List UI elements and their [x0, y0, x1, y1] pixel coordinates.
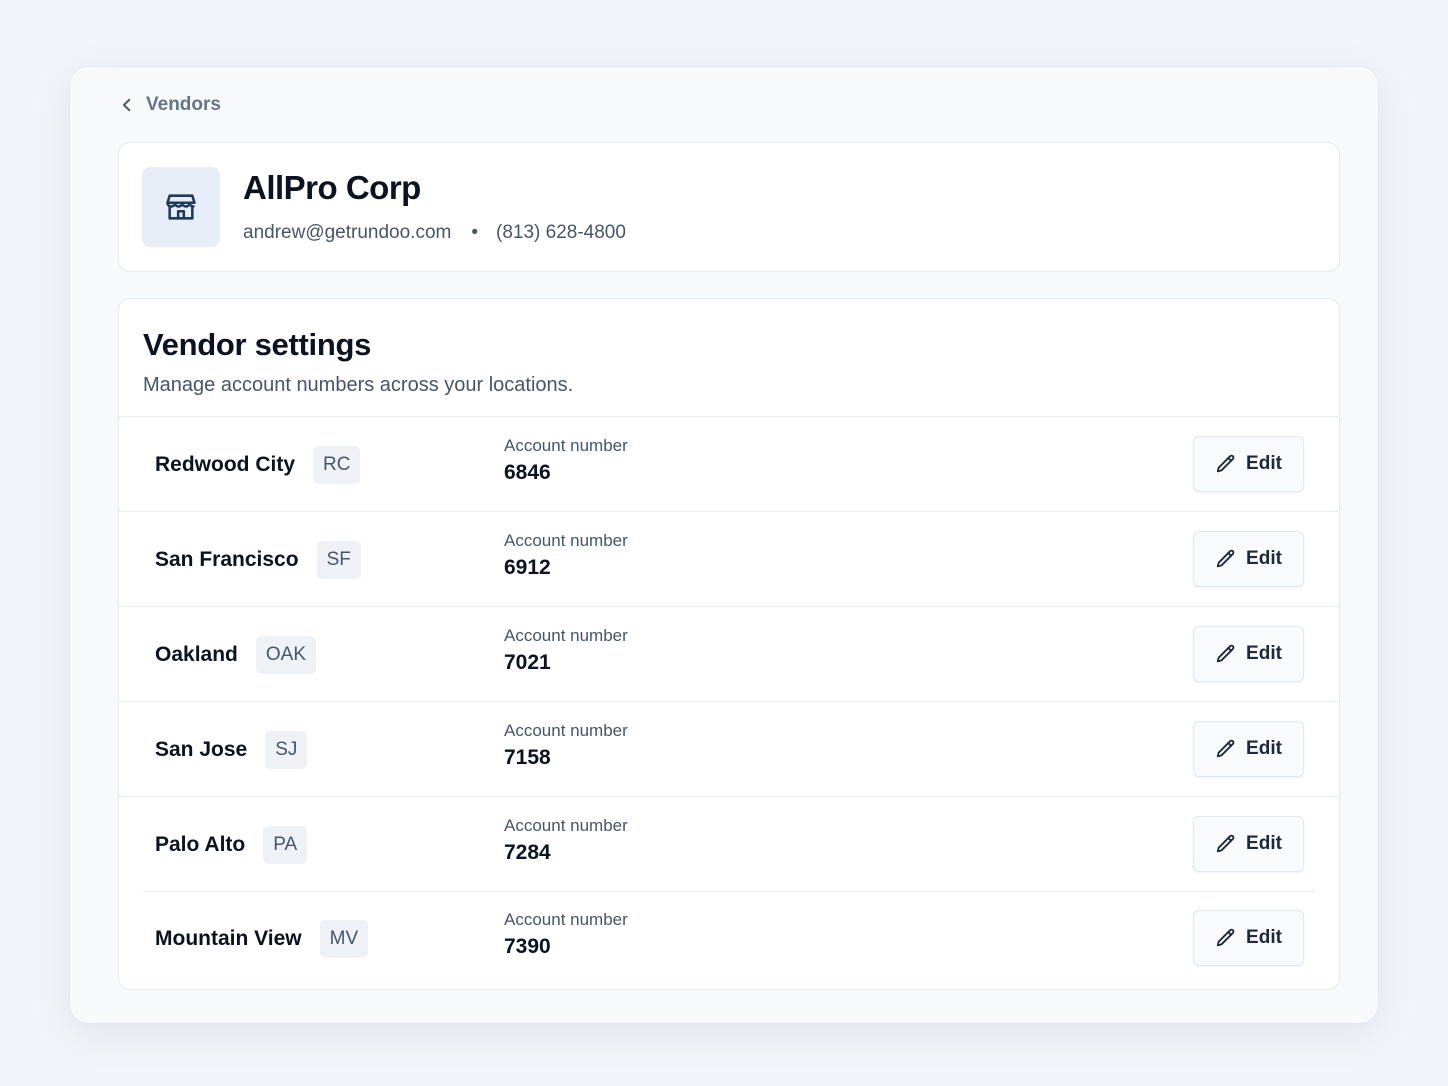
vendor-avatar [142, 167, 220, 247]
vendor-settings-card: Vendor settings Manage account numbers a… [118, 298, 1340, 990]
account-number-value: 7284 [504, 841, 551, 864]
account-number-value: 6912 [504, 556, 551, 579]
account-info: Account number 6912 [504, 531, 628, 580]
account-number-label: Account number [504, 626, 628, 645]
pencil-icon [1216, 928, 1235, 947]
account-number-value: 7021 [504, 651, 551, 674]
account-number-label: Account number [504, 531, 628, 550]
edit-button[interactable]: Edit [1193, 910, 1304, 966]
pencil-icon [1216, 454, 1235, 473]
account-number-label: Account number [504, 910, 628, 929]
chevron-left-icon [123, 98, 131, 112]
location-info: Palo Alto PA [155, 797, 308, 892]
edit-button[interactable]: Edit [1193, 436, 1304, 492]
location-code-badge: SF [316, 540, 361, 579]
pencil-icon [1216, 549, 1235, 568]
account-number-value: 6846 [504, 461, 551, 484]
location-row: Redwood City RC Account number 6846 Edit [119, 416, 1339, 511]
breadcrumb[interactable]: Vendors [118, 94, 221, 116]
location-info: Oakland OAK [155, 607, 316, 702]
location-info: San Jose SJ [155, 702, 308, 797]
location-row: Palo Alto PA Account number 7284 Edit [119, 796, 1339, 891]
location-info: Redwood City RC [155, 417, 361, 512]
account-number-label: Account number [504, 816, 628, 835]
location-info: Mountain View MV [155, 891, 369, 986]
location-name: San Jose [155, 737, 248, 761]
edit-button-label[interactable]: Edit [1246, 927, 1282, 949]
location-name: Palo Alto [155, 832, 246, 856]
location-row: San Jose SJ Account number 7158 Edit [119, 701, 1339, 796]
location-name: Redwood City [155, 452, 295, 476]
edit-button[interactable]: Edit [1193, 816, 1304, 872]
vendor-email: andrew@getrundoo.com [243, 222, 452, 243]
location-code-badge: SJ [265, 730, 308, 769]
edit-button[interactable]: Edit [1193, 721, 1304, 777]
account-number-value: 7390 [504, 935, 551, 958]
locations-list: Redwood City RC Account number 6846 Edit San … [119, 416, 1339, 986]
account-number-label: Account number [504, 436, 628, 455]
location-row: San Francisco SF Account number 6912 Edit [119, 511, 1339, 606]
location-code-badge: RC [313, 445, 361, 484]
vendor-header-card: AllPro Corp andrew@getrundoo.com • (813)… [118, 142, 1340, 272]
location-name: Mountain View [155, 926, 302, 950]
edit-button-label[interactable]: Edit [1246, 738, 1282, 760]
account-info: Account number 7021 [504, 626, 628, 675]
pencil-icon [1216, 834, 1235, 853]
vendor-phone: (813) 628-4800 [496, 222, 626, 243]
location-info: San Francisco SF [155, 512, 361, 607]
edit-button-label[interactable]: Edit [1246, 453, 1282, 475]
edit-button[interactable]: Edit [1193, 626, 1304, 682]
account-info: Account number 7390 [504, 910, 628, 959]
edit-button[interactable]: Edit [1193, 531, 1304, 587]
location-code-badge: OAK [255, 635, 316, 674]
edit-button-label[interactable]: Edit [1246, 548, 1282, 570]
breadcrumb-label[interactable]: Vendors [146, 94, 221, 116]
edit-button-label[interactable]: Edit [1246, 643, 1282, 665]
vendor-contact: andrew@getrundoo.com • (813) 628-4800 [243, 222, 626, 244]
location-row: Mountain View MV Account number 7390 Edit [119, 891, 1339, 986]
account-info: Account number 6846 [504, 436, 628, 485]
account-info: Account number 7284 [504, 816, 628, 865]
account-number-label: Account number [504, 721, 628, 740]
settings-title: Vendor settings [143, 327, 372, 362]
account-number-value: 7158 [504, 746, 551, 769]
edit-button-label[interactable]: Edit [1246, 833, 1282, 855]
separator-dot: • [471, 222, 479, 243]
location-name: Oakland [155, 642, 238, 666]
pencil-icon [1216, 644, 1235, 663]
location-row: Oakland OAK Account number 7021 Edit [119, 606, 1339, 701]
location-code-badge: PA [263, 825, 308, 864]
pencil-icon [1216, 739, 1235, 758]
settings-subtitle: Manage account numbers across your locat… [143, 374, 574, 396]
storefront-icon [166, 194, 196, 220]
vendor-name: AllPro Corp [243, 169, 421, 206]
location-code-badge: MV [319, 919, 369, 958]
account-info: Account number 7158 [504, 721, 628, 770]
vendor-detail-panel: Vendors AllPro Corp andrew@getrundoo.com… [70, 67, 1378, 1023]
location-name: San Francisco [155, 547, 299, 571]
